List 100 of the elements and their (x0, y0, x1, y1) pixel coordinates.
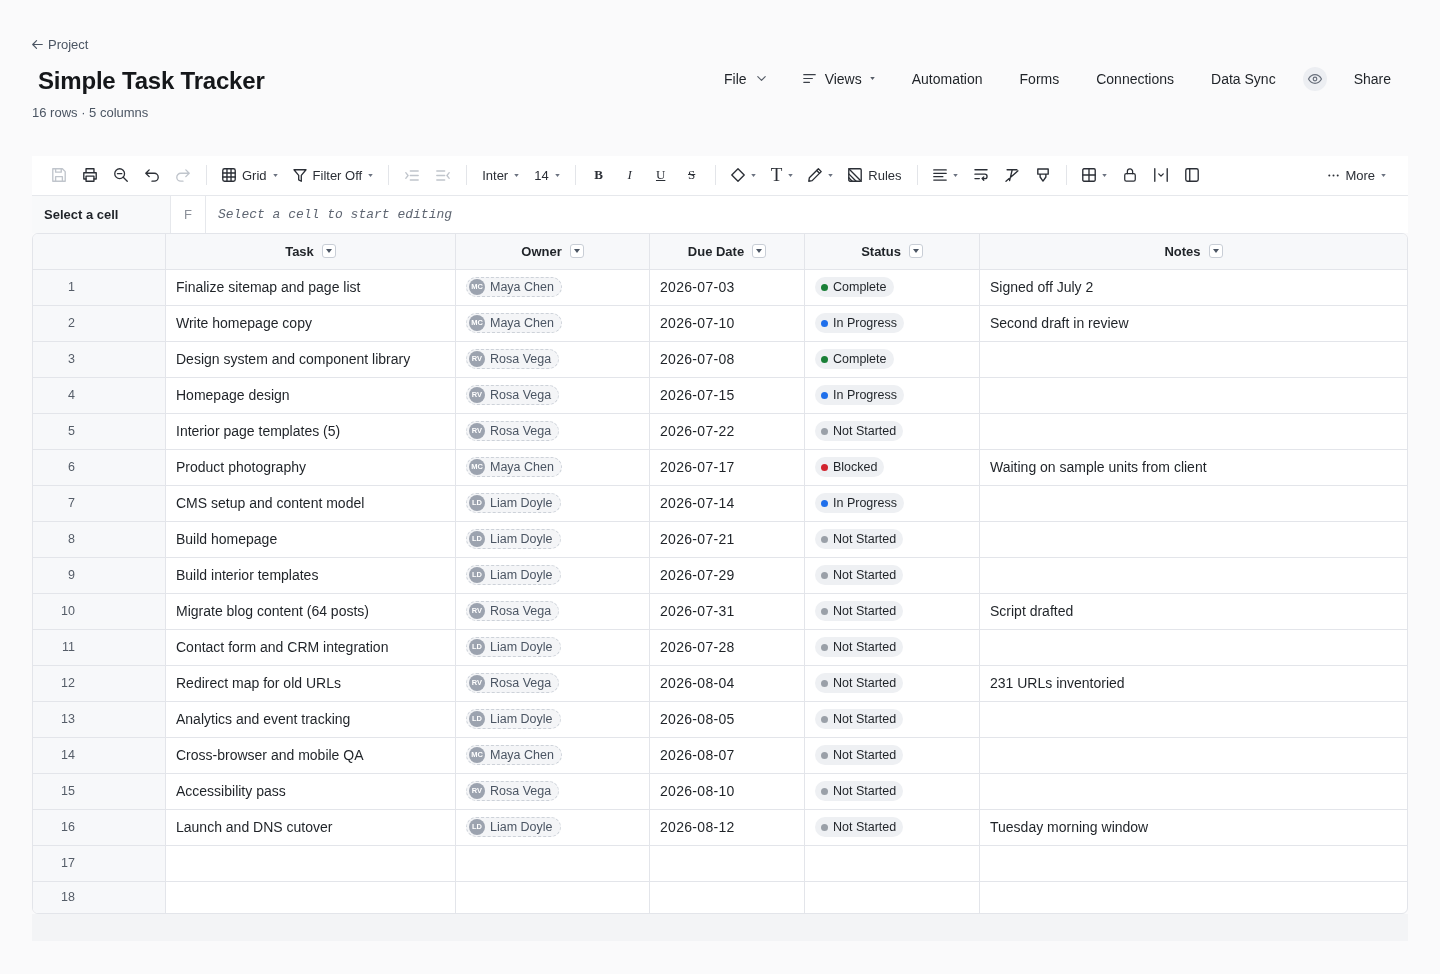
owner-name: Liam Doyle (490, 712, 553, 726)
font-family-dropdown[interactable]: Inter (476, 161, 526, 189)
row-number: 14 (33, 737, 166, 774)
text-color-button[interactable]: T (764, 161, 800, 189)
lock-icon (1123, 168, 1136, 182)
table-cell: 2026-07-15 (650, 377, 805, 414)
table-cell: 2026-07-28 (650, 629, 805, 666)
table-cell: Build interior templates (166, 557, 456, 594)
nav-link[interactable]: Data Sync (1211, 69, 1276, 88)
menu-button[interactable]: Views (802, 69, 875, 88)
owner-name: Maya Chen (490, 280, 554, 294)
owner-name: Liam Doyle (490, 640, 553, 654)
ellipsis-icon (1328, 173, 1340, 177)
formula-input[interactable]: Select a cell to start editing (206, 195, 1408, 233)
status-label: In Progress (833, 316, 897, 330)
font-size-dropdown[interactable]: 14 (528, 161, 566, 189)
row-number: 3 (33, 341, 166, 378)
table-cell: 2026-07-21 (650, 521, 805, 558)
table-cell: Tuesday morning window (980, 809, 1407, 846)
row-number: 13 (33, 701, 166, 738)
table-cell: 2026-07-31 (650, 593, 805, 630)
table-cell: Waiting on sample units from client (980, 449, 1407, 486)
owner-name: Rosa Vega (490, 676, 552, 690)
row-number: 4 (33, 377, 166, 414)
wrap-text-icon (973, 169, 988, 181)
table-cell: Cross-browser and mobile QA (166, 737, 456, 774)
status-label: Blocked (833, 460, 878, 474)
preview-button[interactable] (1302, 66, 1327, 91)
more-button[interactable]: More (1322, 161, 1392, 189)
underline-button[interactable]: U (646, 161, 675, 189)
caret-icon (1381, 173, 1386, 177)
column-menu-button[interactable] (321, 244, 336, 258)
funnel-icon (292, 168, 307, 182)
row-count-text: 16 rows · 5 columns (32, 103, 150, 122)
sidebar-icon (1184, 168, 1199, 182)
bold-button[interactable]: B (584, 161, 613, 189)
hatched-square-icon (848, 168, 863, 182)
table-cell: Signed off July 2 (980, 269, 1407, 306)
table-cell: 2026-08-04 (650, 665, 805, 702)
caret-icon (1101, 173, 1107, 177)
row-number: 9 (33, 557, 166, 594)
owner-name: Rosa Vega (490, 388, 552, 402)
nav-link[interactable]: Automation (911, 69, 983, 88)
column-header: Notes (1164, 243, 1201, 259)
view-menu-button[interactable]: Grid (216, 161, 284, 189)
caret-icon (756, 249, 763, 253)
status-label: Complete (833, 352, 887, 366)
italic-button[interactable]: I (615, 161, 644, 189)
lines-icon (802, 74, 816, 83)
owner-name: Rosa Vega (490, 784, 552, 798)
caret-icon (788, 173, 794, 177)
status-label: Not Started (833, 604, 897, 618)
owner-name: Rosa Vega (490, 424, 552, 438)
column-menu-button[interactable] (569, 244, 584, 258)
status-label: In Progress (833, 388, 897, 402)
caret-icon (325, 249, 332, 253)
table-cell: Second draft in review (980, 305, 1407, 342)
status-label: Not Started (833, 676, 897, 690)
arrow-left-icon (32, 40, 43, 49)
table-cell: Analytics and event tracking (166, 701, 456, 738)
table-cell: 2026-07-17 (650, 449, 805, 486)
owner-name: Liam Doyle (490, 820, 553, 834)
column-menu-button[interactable] (908, 244, 923, 258)
status-label: Complete (833, 280, 887, 294)
caret-icon (514, 173, 520, 177)
owner-name: Maya Chen (490, 460, 554, 474)
row-number: 5 (33, 413, 166, 450)
status-label: Not Started (833, 784, 897, 798)
caret-icon (869, 77, 875, 80)
nav-link[interactable]: Forms (1019, 69, 1060, 88)
table-cell: Launch and DNS cutover (166, 809, 456, 846)
column-header: Owner (521, 243, 562, 259)
table-cell: Build homepage (166, 521, 456, 558)
table-cell: Script drafted (980, 593, 1407, 630)
nav-link[interactable]: Connections (1096, 69, 1175, 88)
table-cell: 2026-08-07 (650, 737, 805, 774)
page-title: Simple Task Tracker (38, 65, 265, 96)
table-cell: 2026-07-10 (650, 305, 805, 342)
pen-icon (808, 168, 823, 182)
function-glyph: F (171, 195, 206, 233)
status-label: In Progress (833, 496, 897, 510)
strikethrough-button[interactable]: S (677, 161, 706, 189)
table-cell: Redirect map for old URLs (166, 665, 456, 702)
column-menu-button[interactable] (1208, 244, 1223, 258)
column-menu-button[interactable] (752, 244, 767, 258)
nav-link[interactable]: Share (1353, 69, 1391, 88)
marker-icon (1036, 168, 1049, 182)
rules-button[interactable]: Rules (842, 161, 908, 189)
table-cell: Finalize sitemap and page list (166, 269, 456, 306)
caret-icon (952, 173, 958, 177)
zoom-out-icon (114, 168, 128, 182)
filter-button[interactable]: Filter Off (286, 161, 380, 189)
menu-button[interactable]: File (724, 69, 766, 88)
grid-icon (222, 168, 236, 182)
caret-icon (272, 173, 278, 177)
redo-icon (176, 168, 190, 182)
status-label: Not Started (833, 748, 897, 762)
column-header: Due Date (687, 243, 745, 259)
back-link[interactable]: Project (32, 35, 89, 54)
row-number: 15 (33, 773, 166, 810)
